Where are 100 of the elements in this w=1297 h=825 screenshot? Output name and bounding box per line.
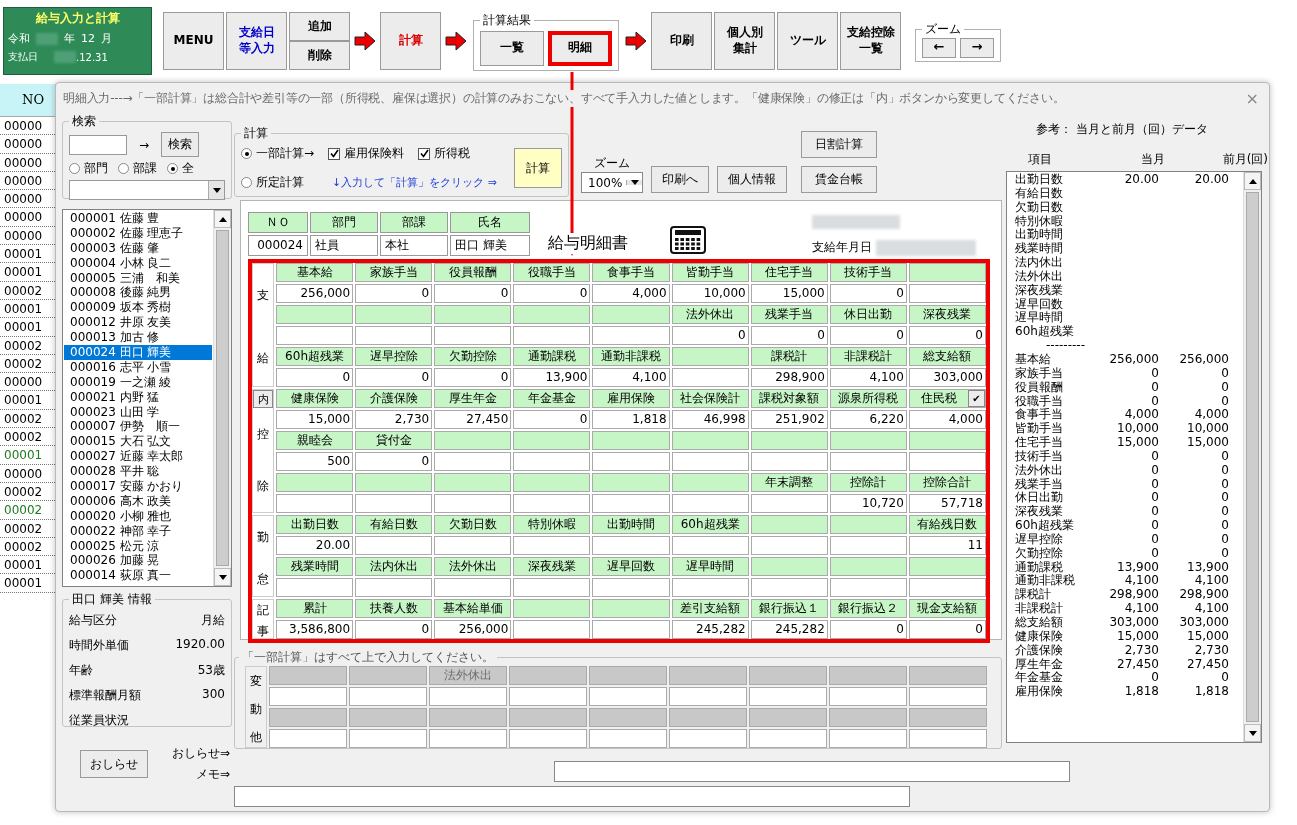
input-cell[interactable]: 4,000 bbox=[592, 284, 670, 303]
input-cell[interactable] bbox=[513, 536, 591, 555]
employee-list-item[interactable]: 000015 大石 弘文 bbox=[64, 434, 212, 450]
scroll-thumb[interactable] bbox=[216, 230, 229, 566]
input-cell[interactable]: 0 bbox=[671, 326, 749, 345]
input-cell[interactable]: 2,730 bbox=[355, 410, 433, 429]
radio-button[interactable] bbox=[241, 177, 252, 188]
calc-button[interactable]: 計算 bbox=[514, 148, 562, 188]
input-cell[interactable]: 15,000 bbox=[276, 410, 354, 429]
input-cell[interactable] bbox=[829, 452, 907, 471]
scroll-up-button[interactable] bbox=[214, 210, 231, 228]
input-cell[interactable] bbox=[513, 326, 591, 345]
input-cell[interactable] bbox=[671, 536, 749, 555]
input-cell[interactable]: 11 bbox=[908, 536, 986, 555]
scroll-down-button[interactable] bbox=[214, 568, 231, 586]
employee-list-item[interactable]: 000017 安藤 かおり bbox=[64, 479, 212, 494]
input-cell[interactable]: 0 bbox=[513, 284, 591, 303]
toolbar-button[interactable]: ツール bbox=[777, 12, 838, 70]
toolbar-button[interactable]: 計算 bbox=[380, 12, 441, 70]
input-cell[interactable]: 500 bbox=[276, 452, 354, 471]
radio-button[interactable] bbox=[118, 163, 129, 174]
input-cell[interactable]: 0 bbox=[355, 368, 433, 387]
employee-list-item[interactable]: 000024 田口 輝美 bbox=[64, 345, 212, 360]
input-cell[interactable]: 46,998 bbox=[671, 410, 749, 429]
memo-link[interactable]: メモ⇒ bbox=[195, 766, 230, 783]
toolbar-button[interactable]: 追加 bbox=[289, 12, 350, 41]
input-cell[interactable]: 245,282 bbox=[750, 620, 828, 639]
input-cell[interactable] bbox=[671, 452, 749, 471]
input-cell[interactable] bbox=[750, 578, 828, 597]
input-cell[interactable] bbox=[592, 494, 670, 513]
employee-list-item[interactable]: 000007 伊勢 順一 bbox=[64, 419, 212, 435]
toolbar-button[interactable]: 印刷 bbox=[651, 12, 712, 70]
input-cell[interactable]: 0 bbox=[750, 326, 828, 345]
input-cell[interactable] bbox=[750, 452, 828, 471]
input-cell[interactable] bbox=[434, 536, 512, 555]
employee-list-item[interactable]: 000005 三浦 和美 bbox=[64, 270, 212, 286]
input-cell[interactable]: 245,282 bbox=[671, 620, 749, 639]
scrollbar[interactable] bbox=[1243, 172, 1261, 742]
input-cell[interactable] bbox=[592, 620, 670, 639]
input-cell[interactable] bbox=[671, 494, 749, 513]
toolbar-button[interactable]: 削除 bbox=[289, 41, 350, 70]
action-button[interactable]: 賃金台帳 bbox=[801, 166, 878, 193]
employee-list-item[interactable]: 000002 佐藤 理恵子 bbox=[64, 225, 212, 241]
input-cell[interactable]: 57,718 bbox=[908, 494, 986, 513]
employee-list-item[interactable]: 000004 小林 良二 bbox=[64, 255, 212, 271]
input-cell[interactable] bbox=[513, 578, 591, 597]
input-cell[interactable] bbox=[750, 536, 828, 555]
employee-list-item[interactable]: 000008 後藤 純男 bbox=[64, 285, 212, 301]
input-cell[interactable] bbox=[829, 536, 907, 555]
input-cell[interactable]: 0 bbox=[276, 368, 354, 387]
input-cell[interactable] bbox=[276, 578, 354, 597]
input-cell[interactable] bbox=[355, 536, 433, 555]
input-cell[interactable] bbox=[671, 368, 749, 387]
input-cell[interactable]: 0 bbox=[434, 368, 512, 387]
scroll-down-button[interactable] bbox=[1244, 724, 1261, 742]
dropdown-button[interactable] bbox=[208, 181, 224, 199]
employee-list-item[interactable]: 000021 内野 猛 bbox=[64, 389, 212, 405]
employee-list-item[interactable]: 000016 志平 小雪 bbox=[64, 359, 212, 375]
input-cell[interactable] bbox=[355, 578, 433, 597]
input-cell[interactable] bbox=[434, 326, 512, 345]
checkbox[interactable] bbox=[328, 147, 341, 160]
input-cell[interactable]: 6,220 bbox=[829, 410, 907, 429]
input-cell[interactable]: 0 bbox=[829, 284, 907, 303]
input-cell[interactable]: 10,720 bbox=[829, 494, 907, 513]
scrollbar[interactable] bbox=[213, 210, 231, 586]
employee-list-item[interactable]: 000026 加藤 晃 bbox=[64, 553, 212, 569]
notice-button[interactable]: おしらせ bbox=[80, 750, 148, 778]
input-cell[interactable]: 256,000 bbox=[434, 620, 512, 639]
input-cell[interactable]: 4,100 bbox=[829, 368, 907, 387]
radio-button[interactable] bbox=[241, 148, 252, 159]
input-cell[interactable]: 251,902 bbox=[750, 410, 828, 429]
zoom-select[interactable]: 100% bbox=[581, 172, 644, 193]
search-button[interactable]: 検索 bbox=[161, 132, 200, 157]
input-cell[interactable]: 0 bbox=[513, 410, 591, 429]
toolbar-button[interactable]: MENU bbox=[163, 12, 224, 70]
input-cell[interactable]: 298,900 bbox=[750, 368, 828, 387]
radio-button[interactable] bbox=[69, 163, 80, 174]
action-button[interactable]: 日割計算 bbox=[801, 131, 878, 158]
checkmark-button[interactable]: ✔ bbox=[968, 390, 985, 407]
input-cell[interactable] bbox=[276, 326, 354, 345]
employee-list-item[interactable]: 000027 近藤 幸太郎 bbox=[64, 449, 212, 465]
action-button[interactable]: 印刷へ bbox=[651, 166, 710, 193]
employee-list-item[interactable]: 000022 神部 幸子 bbox=[64, 523, 212, 539]
input-cell[interactable]: 0 bbox=[829, 620, 907, 639]
dropdown-button[interactable] bbox=[626, 180, 643, 185]
input-cell[interactable]: 4,100 bbox=[592, 368, 670, 387]
checkbox[interactable] bbox=[418, 147, 431, 160]
toolbar-button[interactable]: 明細 bbox=[548, 30, 612, 66]
input-cell[interactable]: 256,000 bbox=[276, 284, 354, 303]
input-cell[interactable]: 4,000 bbox=[908, 410, 986, 429]
input-cell[interactable]: 0 bbox=[355, 452, 433, 471]
input-cell[interactable]: 0 bbox=[908, 620, 986, 639]
input-cell[interactable]: 13,900 bbox=[513, 368, 591, 387]
input-cell[interactable]: 0 bbox=[355, 284, 433, 303]
toolbar-button[interactable]: 個人別 集計 bbox=[714, 12, 775, 70]
notice-link[interactable]: おしらせ⇒ bbox=[171, 745, 230, 762]
input-cell[interactable] bbox=[908, 578, 986, 597]
action-button[interactable]: 個人情報 bbox=[717, 166, 788, 193]
employee-list-item[interactable]: 000001 佐藤 豊 bbox=[64, 211, 212, 226]
input-cell[interactable]: 0 bbox=[355, 620, 433, 639]
